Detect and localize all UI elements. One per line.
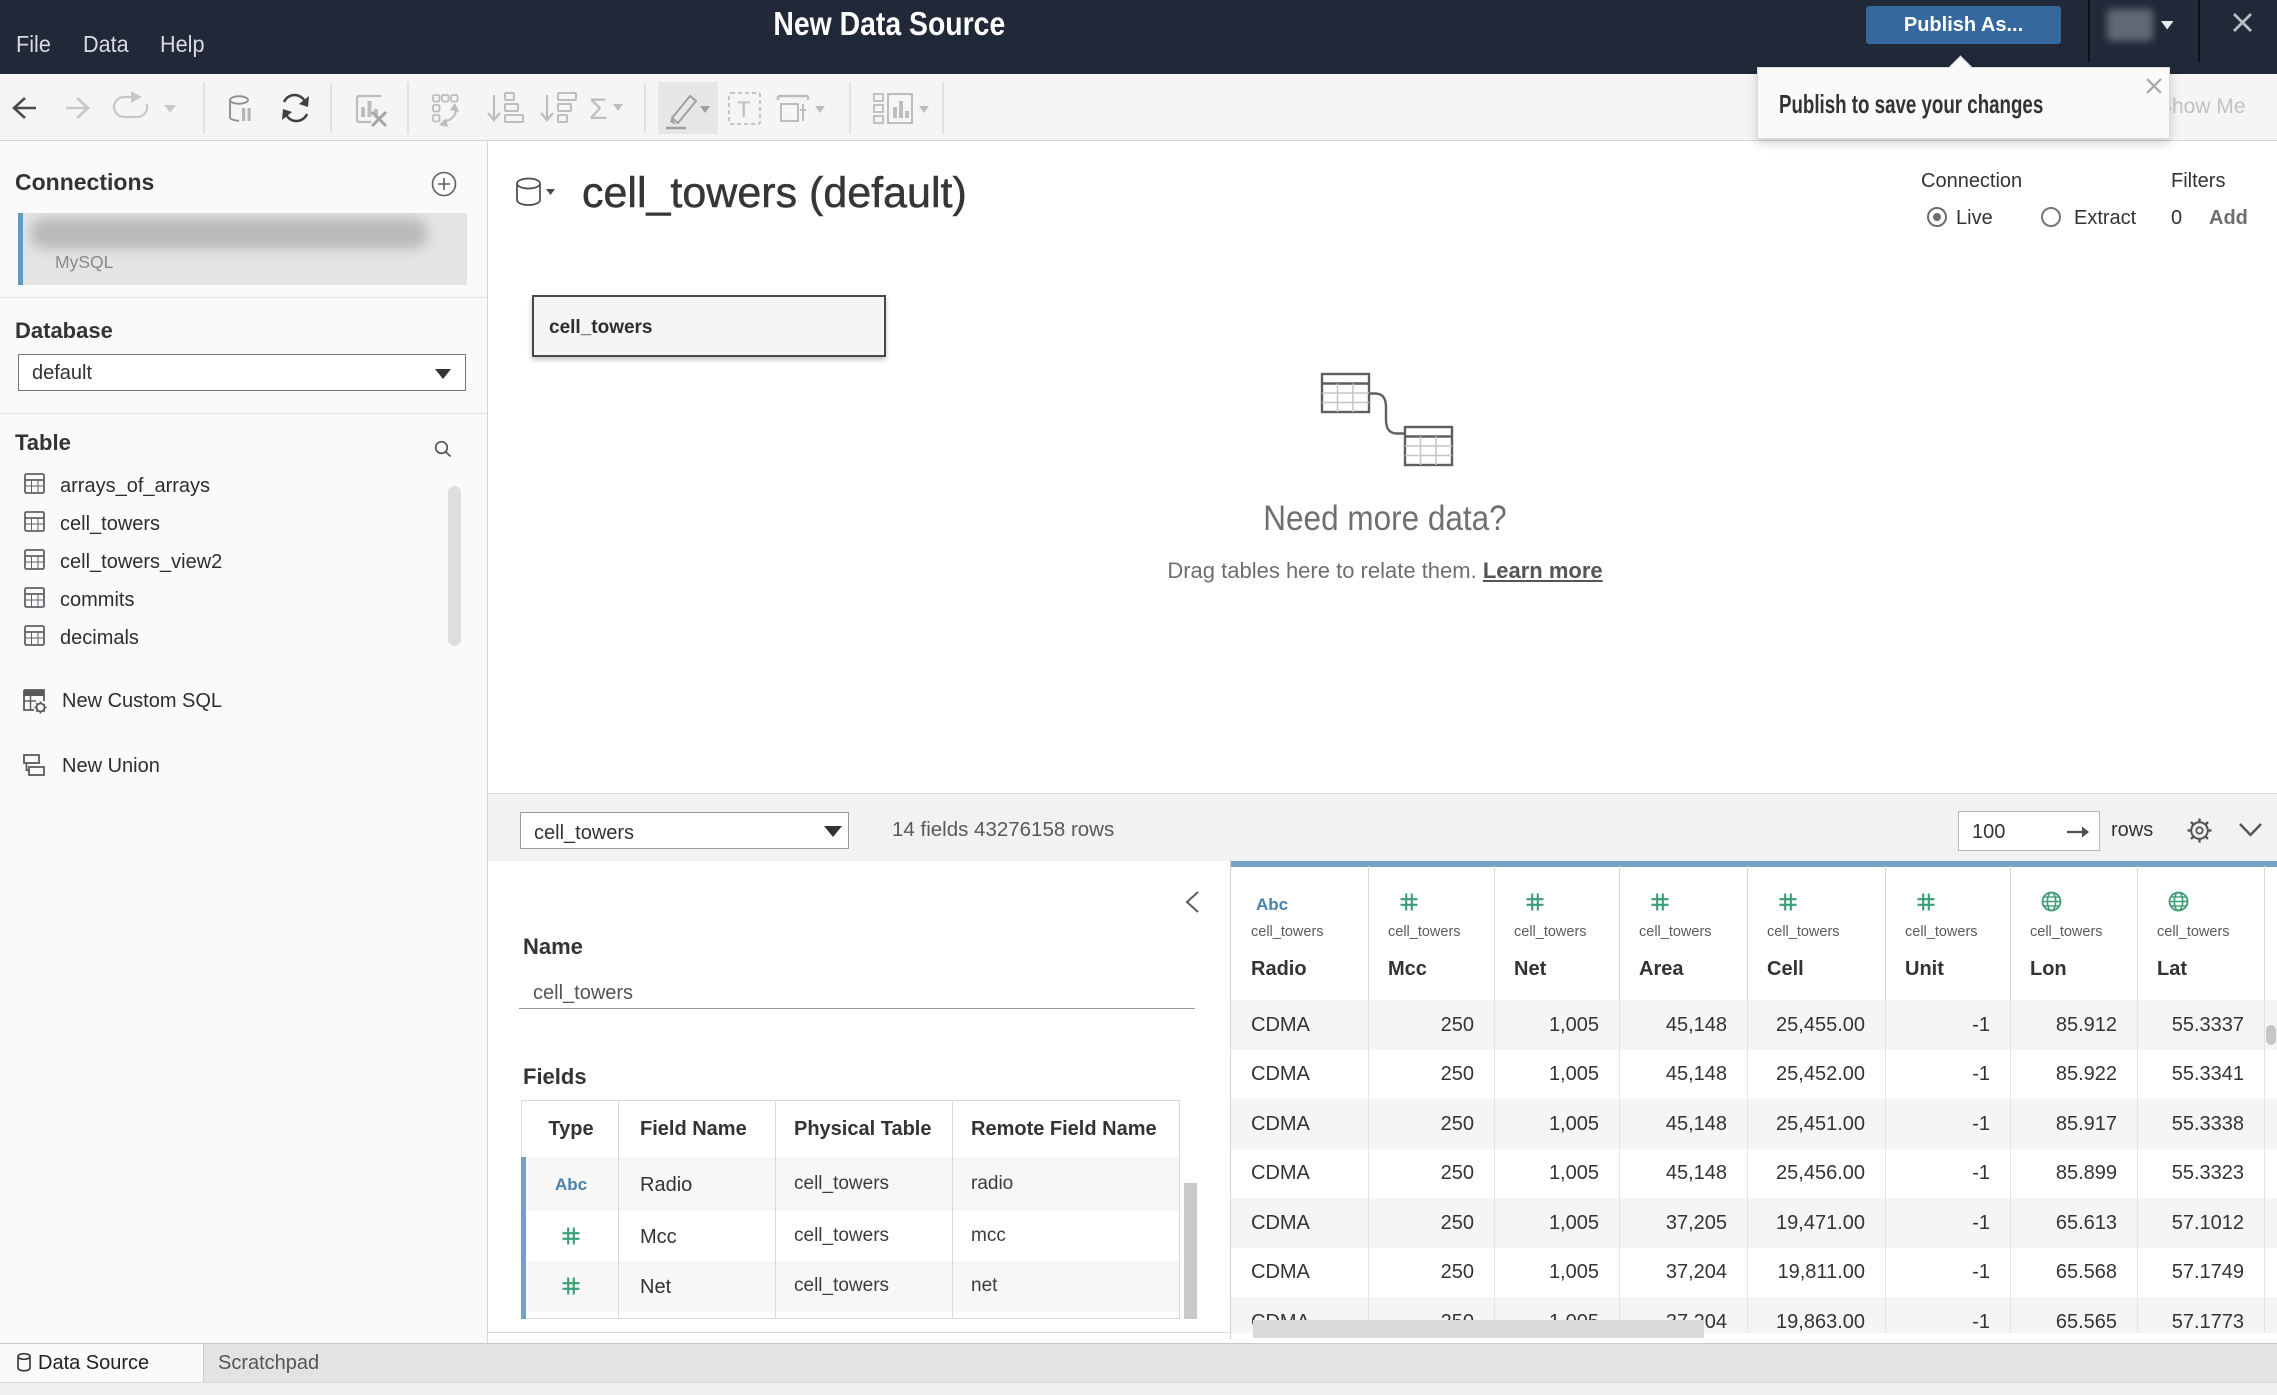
svg-text:Σ: Σ xyxy=(589,93,608,126)
svg-text:T: T xyxy=(737,97,750,122)
